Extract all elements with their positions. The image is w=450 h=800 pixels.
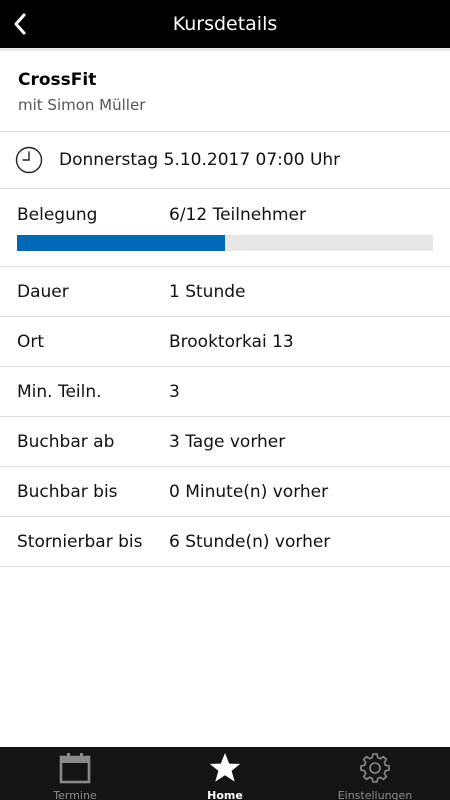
occupancy-section: Belegung 6/12 Teilnehmer [0, 189, 450, 267]
course-datetime: Donnerstag 5.10.2017 07:00 Uhr [59, 150, 341, 170]
detail-row-cancellable-until: Stornierbar bis 6 Stunde(n) vorher [0, 517, 450, 567]
nav-label: Home [207, 789, 243, 800]
detail-label: Min. Teiln. [17, 381, 102, 402]
course-header: CrossFit mit Simon Müller [0, 48, 450, 132]
app-header: Kursdetails [0, 0, 450, 48]
bottom-nav: Termine Home Einstellungen [0, 747, 450, 800]
detail-row-location: Ort Brooktorkai 13 [0, 317, 450, 367]
occupancy-label: Belegung [17, 205, 98, 225]
detail-value: 3 Tage vorher [169, 431, 286, 452]
schedule-row: Donnerstag 5.10.2017 07:00 Uhr [0, 132, 450, 189]
detail-label: Dauer [17, 281, 69, 302]
course-trainer: mit Simon Müller [18, 96, 146, 114]
detail-value: 0 Minute(n) vorher [169, 481, 329, 502]
gear-icon [359, 752, 391, 784]
detail-row-bookable-from: Buchbar ab 3 Tage vorher [0, 417, 450, 467]
detail-value: 1 Stunde [169, 281, 246, 302]
nav-item-home[interactable]: Home [150, 747, 300, 800]
detail-value: 3 [169, 381, 180, 402]
back-button[interactable] [0, 0, 40, 48]
star-icon [209, 752, 241, 784]
clock-icon [15, 146, 43, 174]
calendar-icon [59, 752, 91, 784]
detail-row-min-participants: Min. Teiln. 3 [0, 367, 450, 417]
nav-item-einstellungen[interactable]: Einstellungen [300, 747, 450, 800]
occupancy-progress-bar [17, 235, 433, 251]
detail-label: Ort [17, 331, 45, 352]
occupancy-progress-fill [17, 235, 225, 251]
page-title: Kursdetails [172, 13, 278, 35]
occupancy-value: 6/12 Teilnehmer [169, 205, 306, 225]
detail-label: Buchbar ab [17, 431, 115, 452]
detail-value: Brooktorkai 13 [169, 331, 294, 352]
detail-row-bookable-until: Buchbar bis 0 Minute(n) vorher [0, 467, 450, 517]
nav-item-termine[interactable]: Termine [0, 747, 150, 800]
detail-label: Stornierbar bis [17, 531, 143, 552]
course-details: CrossFit mit Simon Müller Donnerstag 5.1… [0, 48, 450, 567]
detail-row-duration: Dauer 1 Stunde [0, 267, 450, 317]
course-name: CrossFit [18, 70, 97, 90]
detail-value: 6 Stunde(n) vorher [169, 531, 331, 552]
detail-label: Buchbar bis [17, 481, 118, 502]
nav-label: Einstellungen [337, 789, 413, 800]
chevron-left-icon [12, 12, 28, 36]
nav-label: Termine [53, 789, 97, 800]
